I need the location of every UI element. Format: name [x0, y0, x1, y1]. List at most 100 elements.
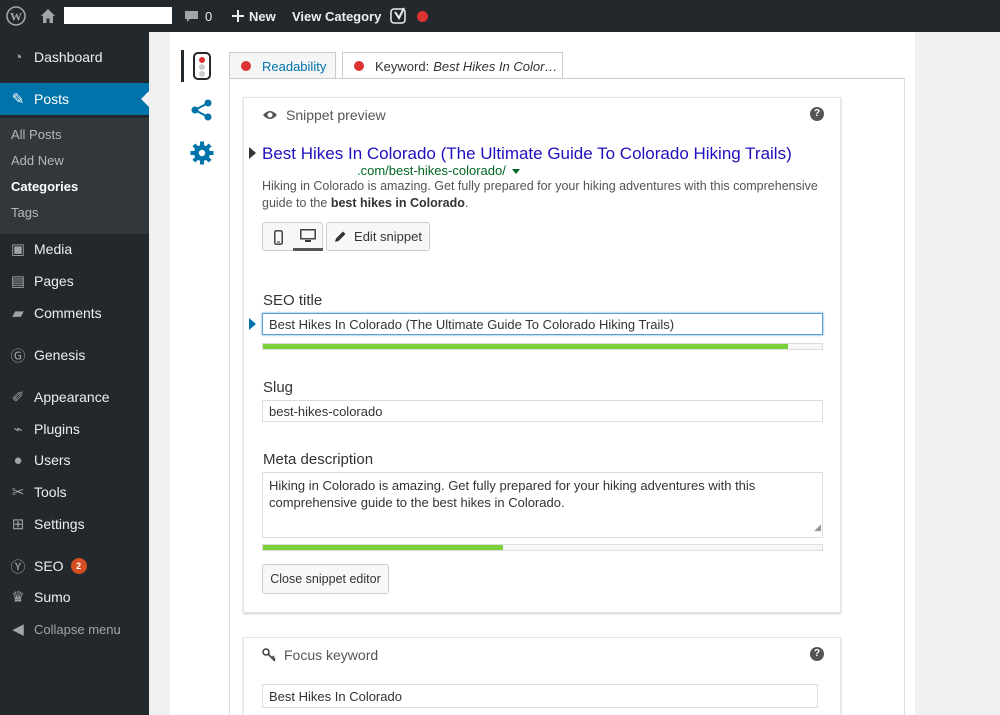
status-dot-icon — [354, 61, 364, 71]
close-snippet-editor-button[interactable]: Close snippet editor — [262, 564, 389, 594]
card-title: Focus keyword — [284, 647, 379, 663]
home-icon[interactable] — [40, 0, 56, 32]
snippet-description: Hiking in Colorado is amazing. Get fully… — [262, 178, 822, 212]
slug-input[interactable]: best-hikes-colorado — [262, 400, 823, 422]
submenu-add-new[interactable]: Add New — [11, 153, 64, 168]
traffic-light-icon — [193, 52, 211, 80]
sidebar-item-label: Settings — [34, 516, 85, 532]
seo-title-label: SEO title — [263, 292, 323, 309]
admin-bar-comments[interactable]: 0 — [184, 0, 212, 32]
snippet-url-text: .com/best-hikes-colorado/ — [357, 163, 506, 178]
device-toggle — [262, 222, 323, 251]
sidebar-item-pages[interactable]: ▤ Pages — [0, 265, 149, 297]
sidebar-item-genesis[interactable]: Ⓖ Genesis — [0, 339, 149, 371]
eye-icon — [263, 111, 277, 119]
slug-label: Slug — [263, 379, 294, 396]
mobile-icon — [273, 229, 283, 245]
gear-icon[interactable] — [190, 141, 214, 170]
yoast-icon: Ⓨ — [10, 558, 26, 576]
mobile-preview-button[interactable] — [263, 223, 293, 251]
crown-icon: ♛ — [11, 589, 25, 606]
wordpress-logo-icon[interactable]: W — [6, 0, 28, 32]
sidebar-item-label: Plugins — [34, 421, 80, 437]
tab-keyword-value: Best Hikes In Color… — [433, 58, 558, 74]
admin-sidebar: ◔ Dashboard ✎ Posts All Posts Add New Ca… — [0, 32, 149, 715]
sidebar-item-settings[interactable]: ⊞ Settings — [0, 508, 149, 540]
media-icon: ▣ — [10, 241, 26, 258]
sidebar-item-plugins[interactable]: ⌁ Plugins — [0, 413, 149, 445]
submenu-categories[interactable]: Categories — [11, 179, 78, 194]
status-dot-icon — [241, 61, 251, 71]
dashboard-icon: ◔ — [13, 48, 23, 66]
comments-count: 0 — [205, 8, 213, 24]
focus-keyword-input[interactable]: Best Hikes In Colorado — [262, 684, 818, 708]
site-name[interactable] — [64, 7, 172, 24]
settings-icon: ⊞ — [11, 516, 25, 533]
progress-fill — [263, 545, 504, 550]
users-icon: ● — [13, 451, 23, 469]
sidebar-item-appearance[interactable]: ✐ Appearance — [0, 381, 149, 413]
caret-down-icon — [511, 169, 520, 175]
seo-title-input[interactable]: Best Hikes In Colorado (The Ultimate Gui… — [262, 313, 823, 335]
collapse-menu-button[interactable]: ◀ Collapse menu — [0, 613, 149, 645]
sidebar-item-label: Pages — [34, 273, 74, 289]
tab-keyword[interactable]: Keyword: Best Hikes In Color… — [342, 52, 563, 79]
desktop-preview-button[interactable] — [293, 223, 323, 251]
help-icon[interactable]: ? — [810, 107, 824, 121]
help-icon[interactable]: ? — [810, 647, 824, 661]
button-label: Edit snippet — [354, 229, 422, 244]
seo-status-dot — [417, 0, 428, 32]
submenu-tags[interactable]: Tags — [11, 205, 38, 220]
right-gutter — [915, 32, 1000, 715]
genesis-icon: Ⓖ — [10, 347, 26, 365]
sidebar-item-label: Tools — [34, 484, 67, 500]
sidebar-item-seo[interactable]: Ⓨ SEO 2 — [0, 550, 149, 582]
pin-icon: ✎ — [11, 91, 25, 108]
sidebar-item-media[interactable]: ▣ Media — [0, 233, 149, 265]
share-icon[interactable] — [190, 98, 214, 127]
svg-text:W: W — [10, 10, 22, 24]
sidebar-item-posts[interactable]: ✎ Posts — [0, 83, 149, 115]
sidebar-item-label: Comments — [34, 305, 102, 321]
yoast-icon[interactable] — [390, 0, 408, 32]
plus-icon — [232, 10, 244, 22]
sidebar-item-sumo[interactable]: ♛ Sumo — [0, 581, 149, 613]
tab-label: Readability — [262, 58, 327, 74]
submenu-all-posts[interactable]: All Posts — [11, 127, 62, 142]
key-icon — [262, 648, 276, 662]
sidebar-item-tools[interactable]: ✂ Tools — [0, 476, 149, 508]
desktop-icon — [300, 228, 316, 242]
tab-readability[interactable]: Readability — [229, 52, 336, 79]
seo-notification-badge: 2 — [70, 558, 87, 574]
view-category-link[interactable]: View Category — [292, 0, 381, 32]
meta-description-text: Hiking in Colorado is amazing. Get fully… — [269, 478, 756, 510]
sidebar-item-dashboard[interactable]: ◔ Dashboard — [0, 41, 149, 73]
metabox-border — [904, 78, 905, 715]
resize-handle-icon[interactable]: ◢ — [814, 519, 821, 536]
field-indicator-arrow — [249, 318, 256, 330]
sidebar-item-comments[interactable]: ▰ Comments — [0, 297, 149, 329]
content-analysis-toggle[interactable] — [181, 50, 225, 82]
description-text: . — [464, 196, 469, 210]
seo-title-progress — [262, 343, 823, 350]
sidebar-item-label: Dashboard — [34, 49, 103, 65]
meta-description-textarea[interactable]: Hiking in Colorado is amazing. Get fully… — [262, 472, 823, 538]
sidebar-item-label: Genesis — [34, 347, 86, 363]
admin-bar-new[interactable]: New — [232, 0, 276, 32]
metabox-border — [229, 78, 230, 715]
snippet-url[interactable]: .com/best-hikes-colorado/ — [357, 163, 520, 178]
edit-snippet-button[interactable]: Edit snippet — [326, 222, 430, 251]
sidebar-item-label: Sumo — [34, 589, 71, 605]
sidebar-item-users[interactable]: ● Users — [0, 444, 149, 476]
comment-icon — [185, 10, 198, 22]
collapse-icon: ◀ — [12, 621, 24, 638]
snippet-preview-header: Snippet preview — [262, 107, 386, 123]
pencil-icon — [335, 231, 346, 242]
meta-description-label: Meta description — [263, 451, 374, 468]
snippet-title[interactable]: Best Hikes In Colorado (The Ultimate Gui… — [262, 144, 792, 164]
active-tab-indicator — [181, 50, 184, 82]
sidebar-item-label: SEO — [34, 558, 64, 574]
wrench-icon: ✂ — [11, 484, 25, 501]
focus-keyword-header: Focus keyword — [262, 647, 378, 663]
sidebar-item-label: Collapse menu — [34, 621, 121, 637]
